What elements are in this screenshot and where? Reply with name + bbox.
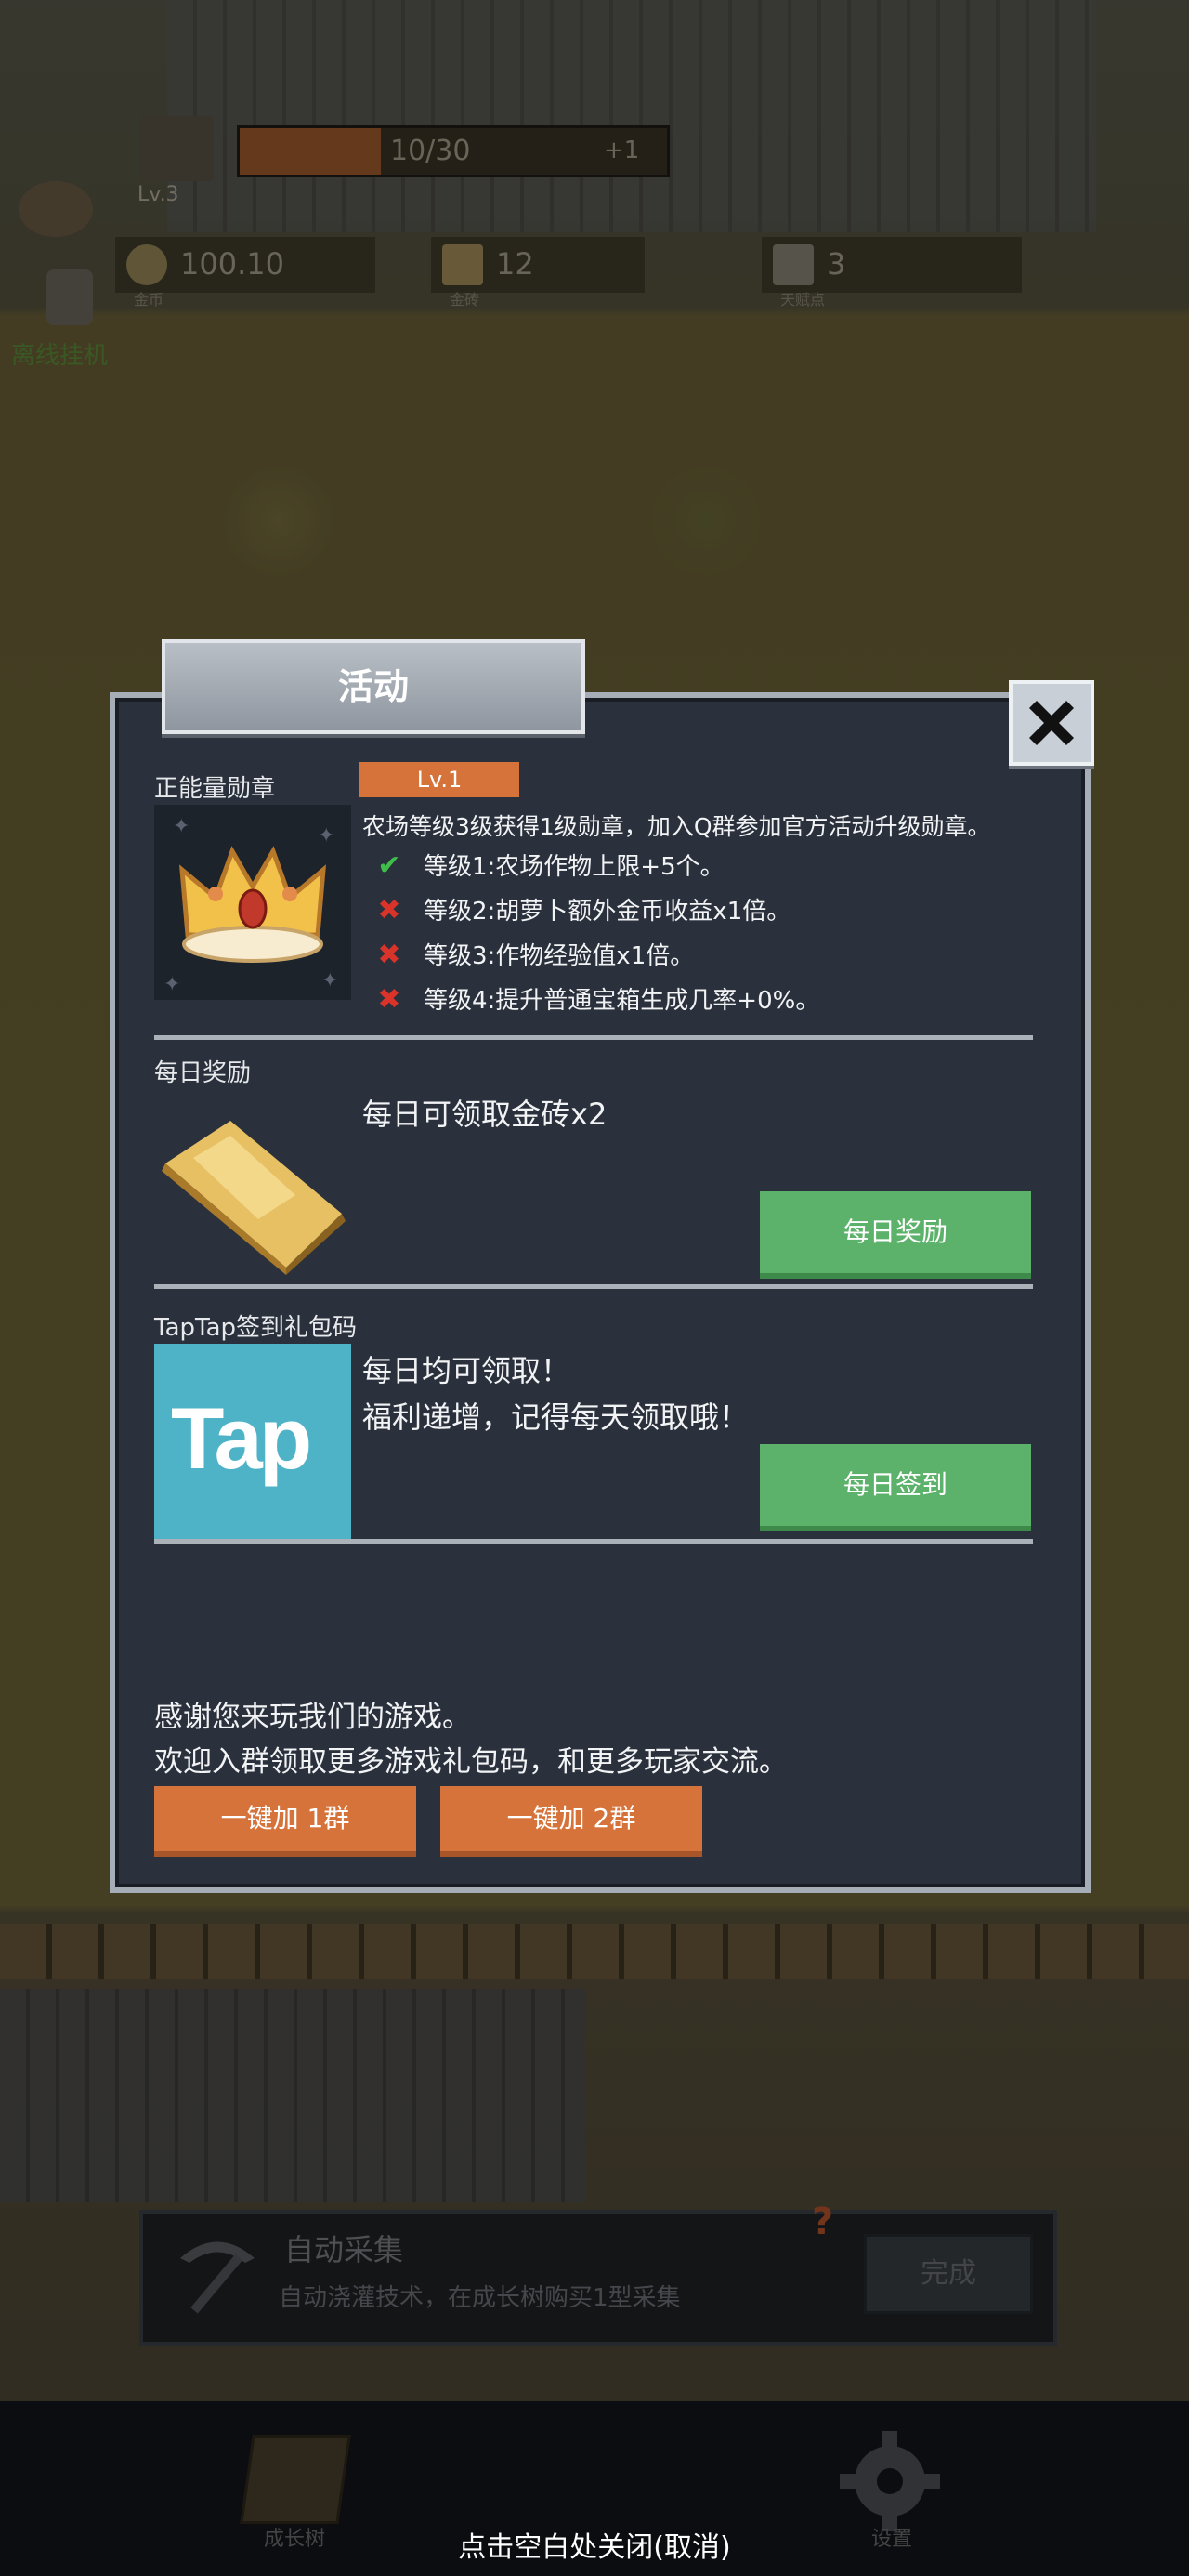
check-icon: ✔ bbox=[377, 849, 401, 882]
daily-checkin-button[interactable]: 每日签到 bbox=[760, 1444, 1031, 1531]
taptap-line2: 福利递增，记得每天领取哦！ bbox=[362, 1400, 750, 1435]
taptap-section-label: TapTap签到礼包码 bbox=[154, 1314, 358, 1342]
medal-level-badge: Lv.1 bbox=[359, 762, 519, 797]
cross-icon: ✖ bbox=[377, 894, 401, 927]
medal-perk-text: 等级2:胡萝卜额外金币收益x1倍。 bbox=[424, 898, 791, 926]
medal-icon-box: ✦ ✦ ✦ ✦ bbox=[154, 805, 351, 1000]
medal-description: 农场等级3级获得1级勋章，加入Q群参加官方活动升级勋章。 bbox=[362, 813, 991, 840]
dialog-title: 活动 bbox=[337, 666, 409, 707]
daily-reward-text: 每日可领取金砖x2 bbox=[362, 1097, 608, 1132]
svg-text:✦: ✦ bbox=[163, 973, 180, 996]
cross-icon: ✖ bbox=[377, 983, 401, 1016]
medal-perk: ✖ 等级3:作物经验值x1倍。 bbox=[373, 937, 694, 974]
taptap-line1: 每日均可领取！ bbox=[362, 1353, 571, 1388]
taptap-logo-text: Tap bbox=[171, 1389, 312, 1487]
join-group-1-button[interactable]: 一键加 1群 bbox=[154, 1786, 416, 1857]
medal-section-label: 正能量勋章 bbox=[154, 775, 276, 803]
svg-text:✦: ✦ bbox=[173, 815, 189, 838]
join-group-2-button[interactable]: 一键加 2群 bbox=[440, 1786, 702, 1857]
section-divider bbox=[154, 1035, 1033, 1040]
crown-medal-icon: ✦ ✦ ✦ ✦ bbox=[163, 815, 338, 996]
thanks-text: 感谢您来玩我们的游戏。 bbox=[154, 1701, 471, 1734]
medal-perk-text: 等级3:作物经验值x1倍。 bbox=[424, 942, 695, 970]
taptap-logo: Tap bbox=[154, 1344, 351, 1539]
medal-perk: ✖ 等级4:提升普通宝箱生成几率+0%。 bbox=[373, 981, 819, 1019]
close-hint[interactable]: 点击空白处关闭(取消) bbox=[0, 2524, 1189, 2565]
medal-perk-text: 等级4:提升普通宝箱生成几率+0%。 bbox=[424, 987, 820, 1015]
join-group-text: 欢迎入群领取更多游戏礼包码，和更多玩家交流。 bbox=[154, 1745, 788, 1779]
cross-icon: ✖ bbox=[377, 939, 401, 971]
section-divider bbox=[154, 1284, 1033, 1289]
close-button[interactable] bbox=[1009, 680, 1094, 766]
gold-brick-icon-large bbox=[162, 1121, 346, 1275]
medal-perk-text: 等级1:农场作物上限+5个。 bbox=[424, 853, 725, 881]
medal-perk: ✖ 等级2:胡萝卜额外金币收益x1倍。 bbox=[373, 892, 790, 929]
daily-reward-button[interactable]: 每日奖励 bbox=[760, 1191, 1031, 1279]
svg-text:✦: ✦ bbox=[321, 969, 338, 992]
medal-perk: ✔ 等级1:农场作物上限+5个。 bbox=[373, 848, 725, 885]
dialog-title-plate: 活动 bbox=[162, 639, 585, 734]
daily-section-label: 每日奖励 bbox=[154, 1059, 252, 1087]
close-icon bbox=[1029, 701, 1074, 745]
section-divider bbox=[154, 1539, 1033, 1544]
svg-text:✦: ✦ bbox=[318, 824, 334, 848]
